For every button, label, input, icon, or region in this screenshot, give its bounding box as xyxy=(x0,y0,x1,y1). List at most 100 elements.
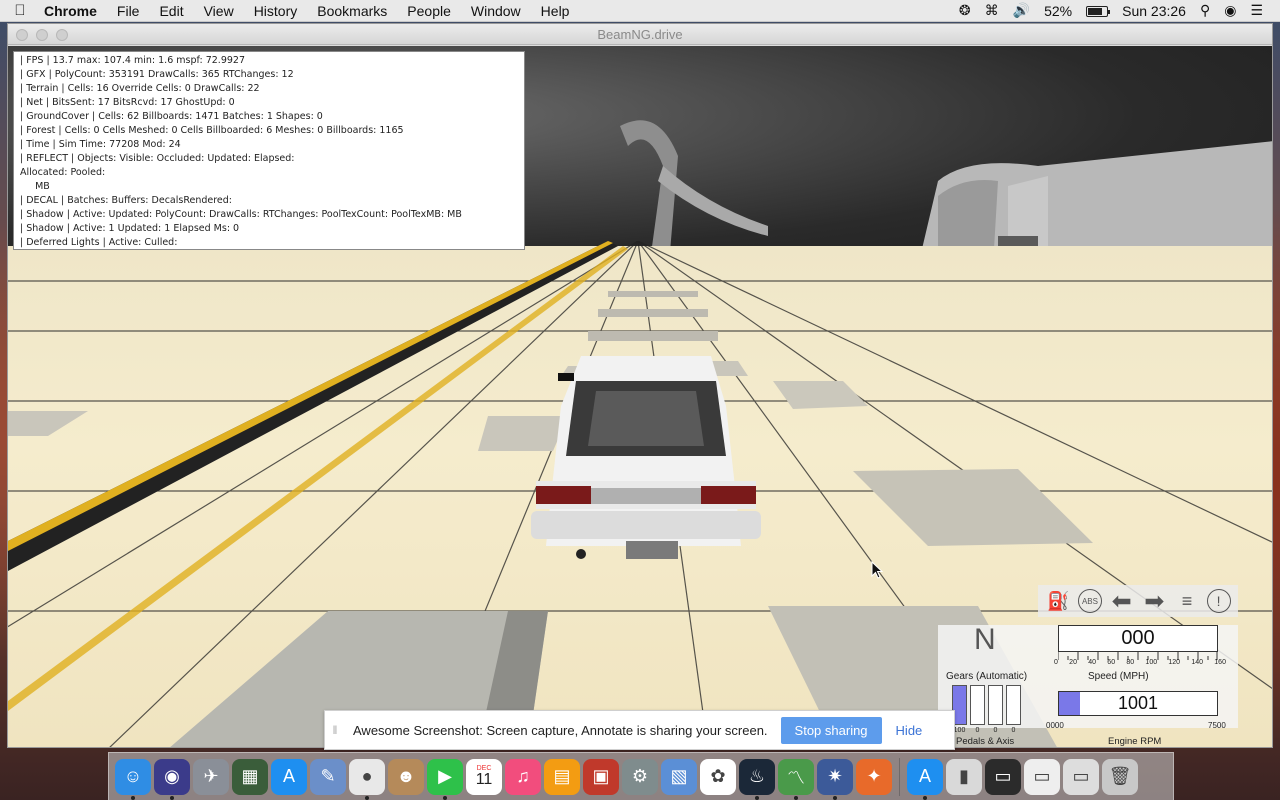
siri-icon[interactable]: ◉ xyxy=(1217,2,1243,19)
dock-app-store-icon[interactable]: A xyxy=(271,758,307,795)
fuel-icon: ⛽ xyxy=(1047,590,1070,611)
warning-icon: ! xyxy=(1206,589,1231,613)
dock-finder-icon[interactable]: ☺ xyxy=(115,758,151,800)
menu-people[interactable]: People xyxy=(397,3,461,19)
debug-line: | REFLECT | Objects: Visible: Occluded: … xyxy=(20,153,295,164)
speed-tick: 80 xyxy=(1126,659,1135,666)
running-indicator xyxy=(170,795,174,800)
debug-line: | Forest | Cells: 0 Cells Meshed: 0 Cell… xyxy=(20,125,404,136)
zoom-window-icon[interactable] xyxy=(56,29,68,41)
debug-line: | FPS | 13.7 max: 107.4 min: 1.6 mspf: 7… xyxy=(20,55,245,66)
stop-sharing-button[interactable]: Stop sharing xyxy=(780,716,882,744)
window-titlebar[interactable]: BeamNG.drive xyxy=(8,24,1272,45)
debug-line: | Terrain | Cells: 16 Override Cells: 0 … xyxy=(20,83,260,94)
rpm-label: Engine RPM xyxy=(1108,736,1162,747)
dock-calendar-icon[interactable]: DEC 11 xyxy=(466,758,502,795)
dock-separator xyxy=(899,757,900,796)
speed-tick: 120 xyxy=(1168,659,1181,666)
pedal-values: 100 0 0 0 xyxy=(952,727,1021,734)
dock-ibooks-icon[interactable]: ▤ xyxy=(544,758,580,795)
left-signal-icon: ⬅ xyxy=(1111,587,1132,615)
pedal-value: 0 xyxy=(993,727,998,734)
dock-document-window-icon[interactable]: ▭ xyxy=(1024,758,1060,795)
clock[interactable]: Sun 23:26 xyxy=(1115,3,1193,19)
dock-trash-icon[interactable]: 🗑 xyxy=(1102,758,1138,795)
dock-steam-icon[interactable]: ♨ xyxy=(739,758,775,800)
menu-bookmarks[interactable]: Bookmarks xyxy=(307,3,397,19)
dock-mission-control-icon[interactable]: ▦ xyxy=(232,758,268,795)
rpm-value: 1001 xyxy=(1117,693,1159,713)
debug-line: MB xyxy=(20,181,50,192)
dock-archive-utility-icon[interactable]: ▮ xyxy=(946,758,982,795)
speed-tick: 40 xyxy=(1088,659,1097,666)
hide-button[interactable]: Hide xyxy=(896,723,923,738)
dock-photo-booth-icon[interactable]: ▣ xyxy=(583,758,619,795)
dock-app-store-2-icon[interactable]: A xyxy=(907,758,943,800)
debug-line: | Deferred Lights | Active: Culled: xyxy=(20,237,178,248)
menu-app-name[interactable]: Chrome xyxy=(40,3,107,19)
rpm-max: 7500 xyxy=(1208,721,1226,730)
debug-line: Allocated: Pooled: xyxy=(20,167,106,178)
menu-window[interactable]: Window xyxy=(461,3,531,19)
spotlight-search-icon[interactable]: ⚲ xyxy=(1193,2,1217,19)
menu-view[interactable]: View xyxy=(194,3,244,19)
running-indicator xyxy=(794,795,798,800)
steering-wheel-status-icon[interactable]: ❂ xyxy=(952,2,978,19)
drag-handle-icon[interactable]: ‖ xyxy=(325,723,345,737)
battery-icon xyxy=(1079,3,1115,19)
dock-siri-icon[interactable]: ◉ xyxy=(154,758,190,800)
dock-preview-icon[interactable]: ✎ xyxy=(310,758,346,795)
pedal-bar xyxy=(1006,685,1021,725)
wifi-icon[interactable]: ⌘ xyxy=(978,2,1006,19)
dock-activity-monitor-icon[interactable]: 〽 xyxy=(778,758,814,800)
headlight-icon: ≡ xyxy=(1181,590,1193,611)
pedal-bar xyxy=(988,685,1003,725)
screen-sharing-bar: ‖ Awesome Screenshot: Screen capture, An… xyxy=(324,710,955,750)
rpm-min: 0000 xyxy=(1046,721,1064,730)
dock-system-preferences-icon[interactable]: ⚙ xyxy=(622,758,658,795)
dock-itunes-icon[interactable]: ♫ xyxy=(505,758,541,795)
dock-beamng-icon[interactable]: ✷ xyxy=(817,758,853,800)
dock-network-tool-icon[interactable]: ✦ xyxy=(856,758,892,795)
sharing-message: Awesome Screenshot: Screen capture, Anno… xyxy=(353,722,768,738)
battery-percent[interactable]: 52% xyxy=(1037,3,1079,19)
volume-icon[interactable]: 🔊 xyxy=(1006,2,1037,19)
speed-tick: 20 xyxy=(1069,659,1077,666)
debug-stats-overlay: | FPS | 13.7 max: 107.4 min: 1.6 mspf: 7… xyxy=(13,51,525,250)
debug-line: | Shadow | Active: 1 Updated: 1 Elapsed … xyxy=(20,223,240,234)
debug-line: | Time | Sim Time: 77208 Mod: 24 xyxy=(20,139,181,150)
menu-help[interactable]: Help xyxy=(531,3,580,19)
debug-line: | Net | BitsSent: 17 BitsRcvd: 17 GhostU… xyxy=(20,97,235,108)
menu-bar:  Chrome File Edit View History Bookmark… xyxy=(0,0,1280,22)
dock-chrome-icon[interactable]: ● xyxy=(349,758,385,800)
rpm-readout: 1001 xyxy=(1058,691,1218,716)
calendar-day: 11 xyxy=(475,771,493,788)
debug-line: | GroundCover | Cells: 62 Billboards: 14… xyxy=(20,111,323,122)
apple-menu-icon[interactable]:  xyxy=(0,2,40,19)
close-window-icon[interactable] xyxy=(16,29,28,41)
dock-photos-icon[interactable]: ✿ xyxy=(700,758,736,795)
speed-label: Speed (MPH) xyxy=(1088,671,1149,682)
dock-screen-window-icon[interactable]: ▭ xyxy=(985,758,1021,795)
minimize-window-icon[interactable] xyxy=(36,29,48,41)
dock-contacts-icon[interactable]: ☻ xyxy=(388,758,424,795)
dock-facetime-icon[interactable]: ▶ xyxy=(427,758,463,800)
speed-tick: 60 xyxy=(1107,659,1116,666)
abs-icon: ABS xyxy=(1077,589,1102,613)
speed-tick: 140 xyxy=(1191,659,1204,666)
dock-browser-window-icon[interactable]: ▭ xyxy=(1063,758,1099,795)
menu-file[interactable]: File xyxy=(107,3,150,19)
speed-tick-labels: 0 20 40 60 80 100 120 140 160 xyxy=(1054,659,1226,666)
menu-edit[interactable]: Edit xyxy=(149,3,193,19)
dock: ☺ ◉ ✈ ▦ A ✎ ● ☻ ▶ DEC 11 ♫ ▤ ▣ ⚙ ▧ ✿ ♨ 〽 ✷ ✦ A ▮ ▭ ▭ ▭ 🗑 xyxy=(108,752,1174,800)
menu-history[interactable]: History xyxy=(244,3,308,19)
running-indicator xyxy=(443,795,447,800)
dock-launchpad-icon[interactable]: ✈ xyxy=(193,758,229,795)
notification-center-icon[interactable]: ☰ xyxy=(1243,2,1270,19)
debug-line: | GFX | PolyCount: 353191 DrawCalls: 365… xyxy=(20,69,294,80)
running-indicator xyxy=(833,795,837,800)
window-title: BeamNG.drive xyxy=(597,27,683,42)
pedal-bar xyxy=(970,685,985,725)
debug-line: | DECAL | Batches: Buffers: DecalsRender… xyxy=(20,195,233,206)
dock-image-capture-icon[interactable]: ▧ xyxy=(661,758,697,795)
